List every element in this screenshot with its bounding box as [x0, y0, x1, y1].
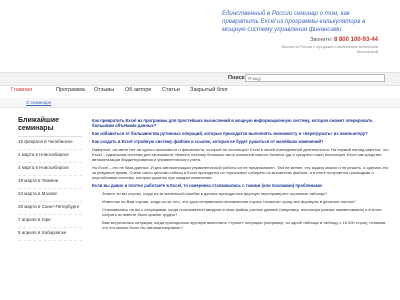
question-2: Как избавиться от большинства рутинных о…: [92, 131, 368, 136]
nav-item-program[interactable]: Программа: [56, 87, 85, 93]
promo-block: Единственный в России семинар о том, как…: [222, 10, 378, 55]
nav-item-closed-blog[interactable]: Закрытый блог: [190, 87, 228, 93]
main-nav: Главная Программа Отзывы Об авторе Стать…: [0, 86, 400, 96]
sidebar-item-seminar[interactable]: 9 апреля в Хабаровске: [18, 230, 82, 241]
question-3: Как создать в Excel стройную систему фай…: [92, 139, 324, 144]
search-label: Поиск:: [228, 75, 247, 81]
main-content: Как превратить Excel из программы для пр…: [92, 118, 392, 233]
nav-item-articles[interactable]: Статьи: [162, 87, 180, 93]
problem-item: Вам встречались ситуации, когда приходил…: [102, 220, 387, 230]
problem-item: Сталкивались ли вы с ситуациями, когда п…: [102, 207, 382, 217]
page: Единственный в России семинар о том, как…: [0, 0, 400, 300]
question-1: Как превратить Excel из программы для пр…: [92, 118, 373, 128]
breadcrumb-link[interactable]: О семинаре: [26, 100, 51, 105]
search-bar: Поиск:: [0, 72, 400, 86]
phone-label: Звоните:: [310, 37, 333, 43]
sidebar-item-seminar[interactable]: 4 марта в Новосибирске: [18, 165, 82, 176]
sidebar-title: Ближайшие семинары: [18, 117, 60, 132]
search-input[interactable]: [245, 74, 385, 82]
sidebar-item-seminar[interactable]: 7 апреля в Уфе: [18, 217, 82, 228]
problem-item: Знаете ли вы случаи, когда из-за маленьк…: [102, 191, 328, 196]
problem-item: Известны ли Вам случаи, когда из-за того…: [102, 199, 356, 204]
breadcrumb: О семинаре: [0, 98, 400, 108]
problems-heading: Если вы давно и плотно работаете в Excel…: [92, 183, 323, 188]
phone-number[interactable]: 8 800 100-93-44: [334, 37, 378, 43]
sidebar-item-seminar[interactable]: 2 марта в Новосибирске: [18, 152, 82, 163]
nav-item-home[interactable]: Главная: [11, 87, 32, 93]
sidebar-item-seminar[interactable]: 23 марта в Москве: [18, 191, 82, 202]
promo-title: Единственный в России семинар о том, как…: [222, 10, 366, 33]
paragraph-1: Наверное, на свете нет ни одного экономи…: [92, 147, 389, 162]
promo-note: Звонок из России с городских и мобильных…: [222, 45, 378, 55]
nav-item-about[interactable]: Об авторе: [125, 87, 151, 93]
sidebar-item-seminar[interactable]: 15 февраля в Челябинске: [18, 139, 82, 150]
promo-phone: Звоните: 8 800 100-93-44: [222, 37, 378, 43]
sidebar-divider: [18, 136, 82, 137]
sidebar-item-seminar[interactable]: 28 марта в Санкт-Петербурге: [18, 204, 82, 215]
paragraph-2: Но Excel – это не база данных. И для авт…: [92, 165, 389, 180]
sidebar: Ближайшие семинары 15 февраля в Челябинс…: [18, 117, 82, 243]
sidebar-item-seminar[interactable]: 19 марта в Тюмени: [18, 178, 82, 189]
nav-item-reviews[interactable]: Отзывы: [94, 87, 114, 93]
promo-note-line2: бесплатный: [356, 50, 378, 54]
